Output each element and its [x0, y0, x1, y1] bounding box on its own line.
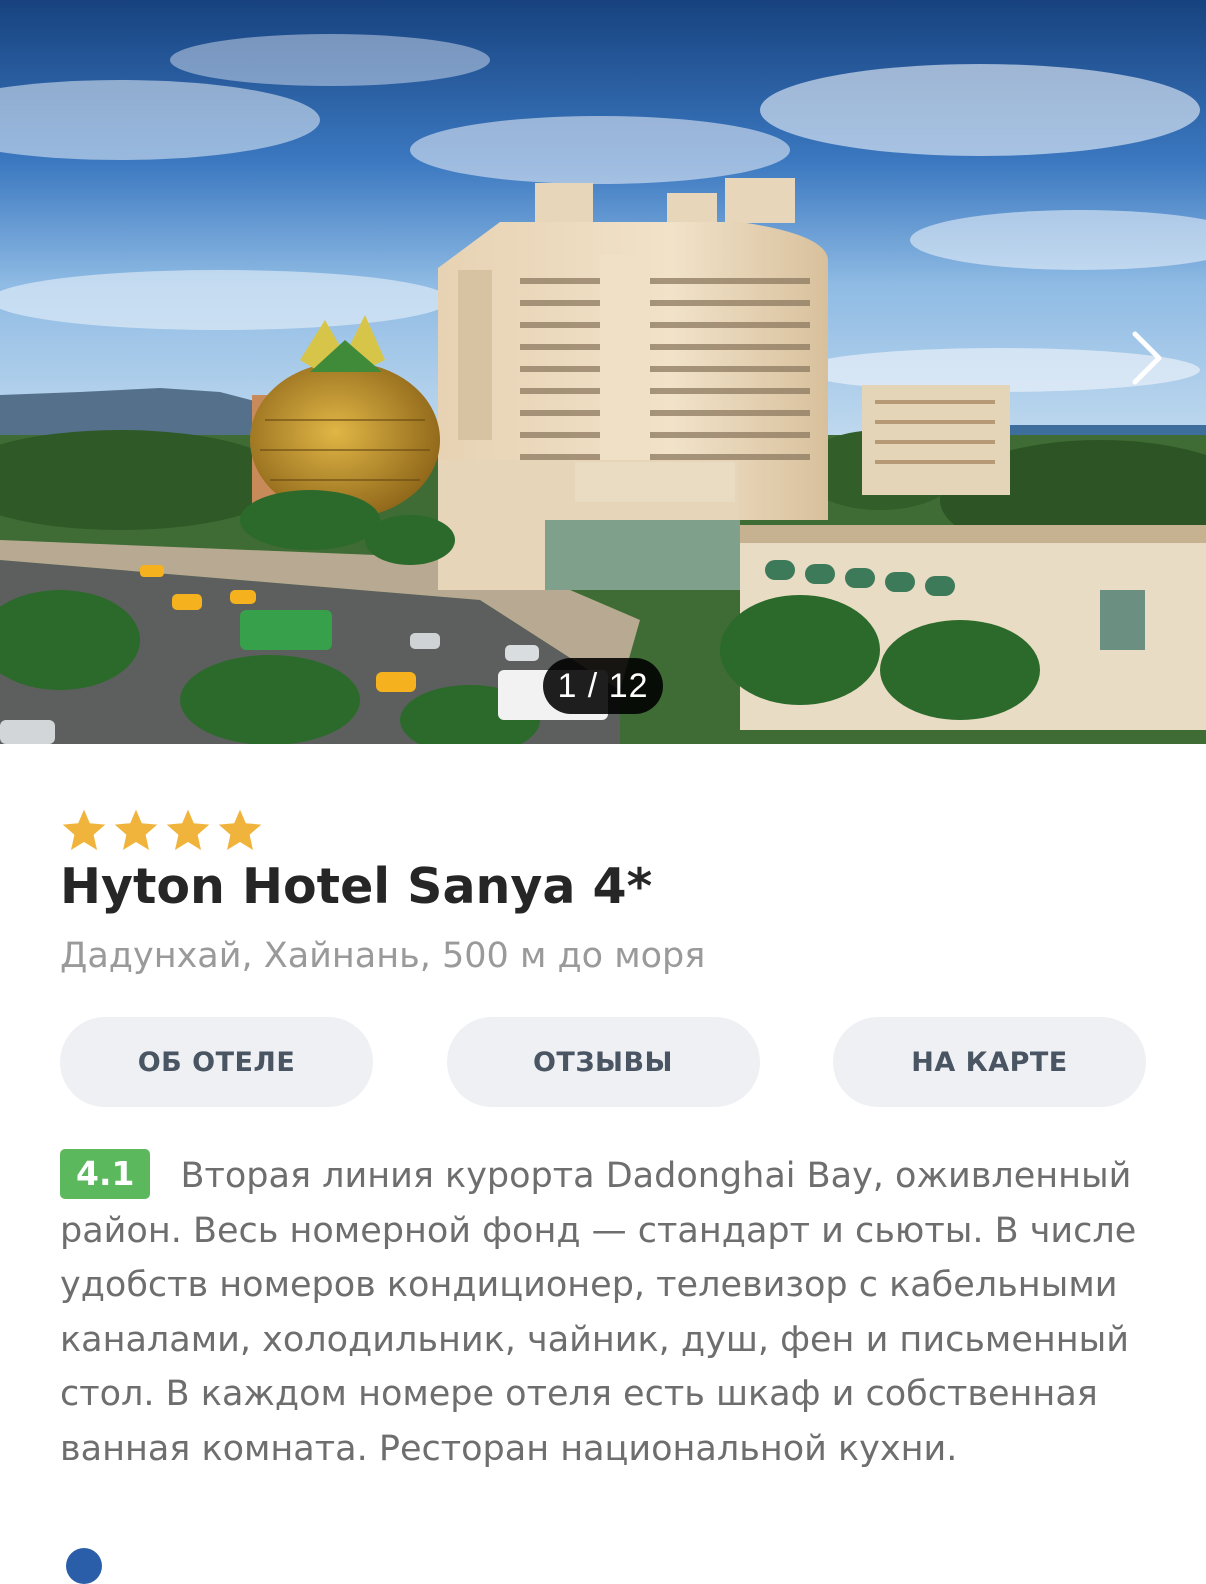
rating-badge: 4.1: [60, 1149, 151, 1199]
chevron-right-icon: [1132, 331, 1162, 385]
hotel-description: 4.1 Вторая линия курорта Dadonghai Bay, о…: [60, 1149, 1150, 1476]
tab-reviews[interactable]: ОТЗЫВЫ: [446, 1017, 760, 1107]
hotel-tabs: ОБ ОТЕЛЕ ОТЗЫВЫ НА КАРТЕ: [60, 1017, 1146, 1107]
gallery-next-button[interactable]: [1130, 330, 1190, 410]
tab-on-map[interactable]: НА КАРТЕ: [833, 1017, 1146, 1107]
photo-counter: 1 / 12: [543, 658, 663, 714]
star-icon: [62, 809, 106, 850]
star-rating: [60, 808, 264, 852]
next-section-icon: [66, 1548, 102, 1584]
hotel-photo-gallery[interactable]: 1 / 12: [0, 0, 1206, 744]
star-icon: [218, 809, 262, 850]
hotel-name: Hyton Hotel Sanya 4*: [60, 858, 653, 915]
description-text: Вторая линия курорта Dadonghai Bay, ожив…: [60, 1156, 1137, 1469]
star-icon: [114, 809, 158, 850]
star-icon: [166, 809, 210, 850]
hotel-photo: [0, 0, 1206, 744]
hotel-location: Дадунхай, Хайнань, 500 м до моря: [60, 936, 706, 976]
tab-about-hotel[interactable]: ОБ ОТЕЛЕ: [60, 1017, 373, 1107]
